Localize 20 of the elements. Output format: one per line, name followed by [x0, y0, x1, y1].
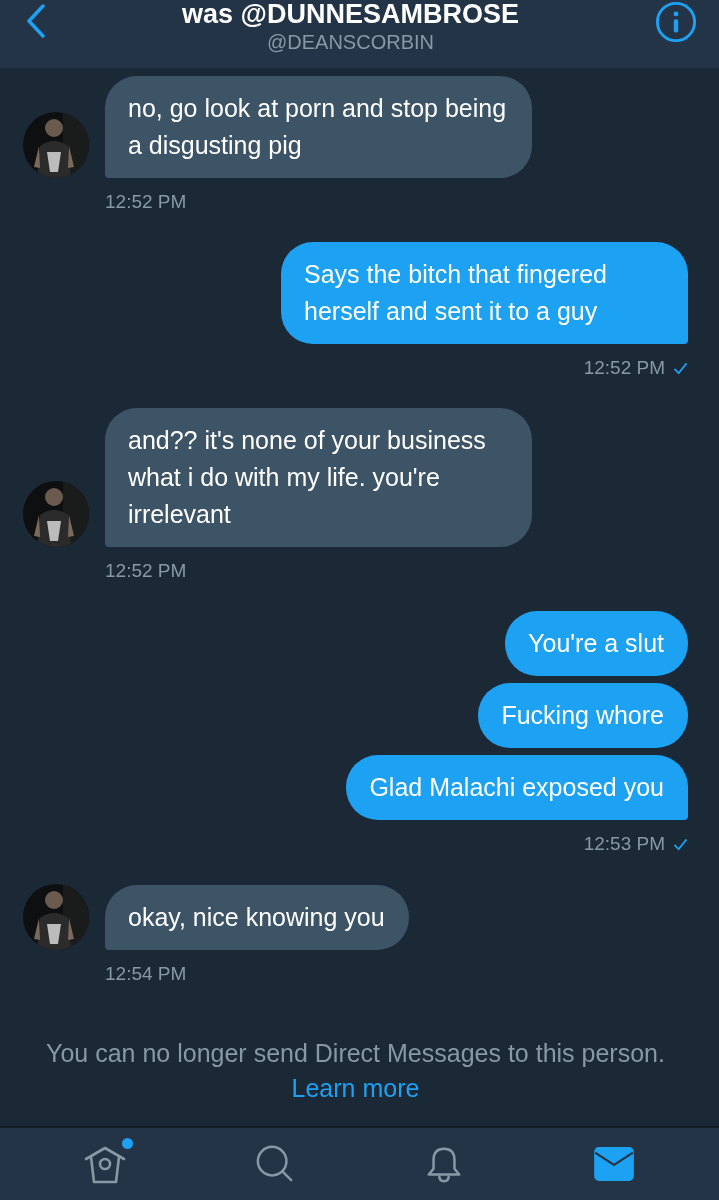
search-icon	[254, 1144, 295, 1184]
message-bubble: no, go look at porn and stop being a disgusting pig	[105, 76, 532, 178]
message-time: 12:52 PM	[583, 356, 665, 380]
back-icon[interactable]	[26, 4, 46, 38]
message-time: 12:54 PM	[105, 962, 187, 986]
learn-more-link[interactable]: Learn more	[291, 1074, 420, 1102]
message-bubble: and?? it's none of your business what i do with my life. you're irrelevant	[105, 408, 532, 547]
message-time: 12:52 PM	[105, 559, 187, 583]
message-time: 12:52 PM	[105, 190, 187, 214]
conversation-title: was @DUNNESAMBROSE	[182, 0, 519, 29]
message-bubble: Fucking whore	[478, 683, 688, 748]
message-bubble: okay, nice knowing you	[105, 885, 409, 950]
envelope-icon	[594, 1147, 635, 1181]
notice-text: You can no longer send Direct Messages to this person. Learn more	[45, 1038, 666, 1104]
message-bubble: Glad Malachi exposed you	[346, 755, 688, 820]
message-bubble: Says the bitch that fingered herself and sent it to a guy	[281, 242, 688, 344]
message-bubble: You're a slut	[505, 611, 688, 676]
message-time: 12:53 PM	[583, 832, 665, 856]
info-icon[interactable]	[655, 1, 697, 43]
conversation-handle: @DEANSCORBIN	[267, 30, 434, 55]
